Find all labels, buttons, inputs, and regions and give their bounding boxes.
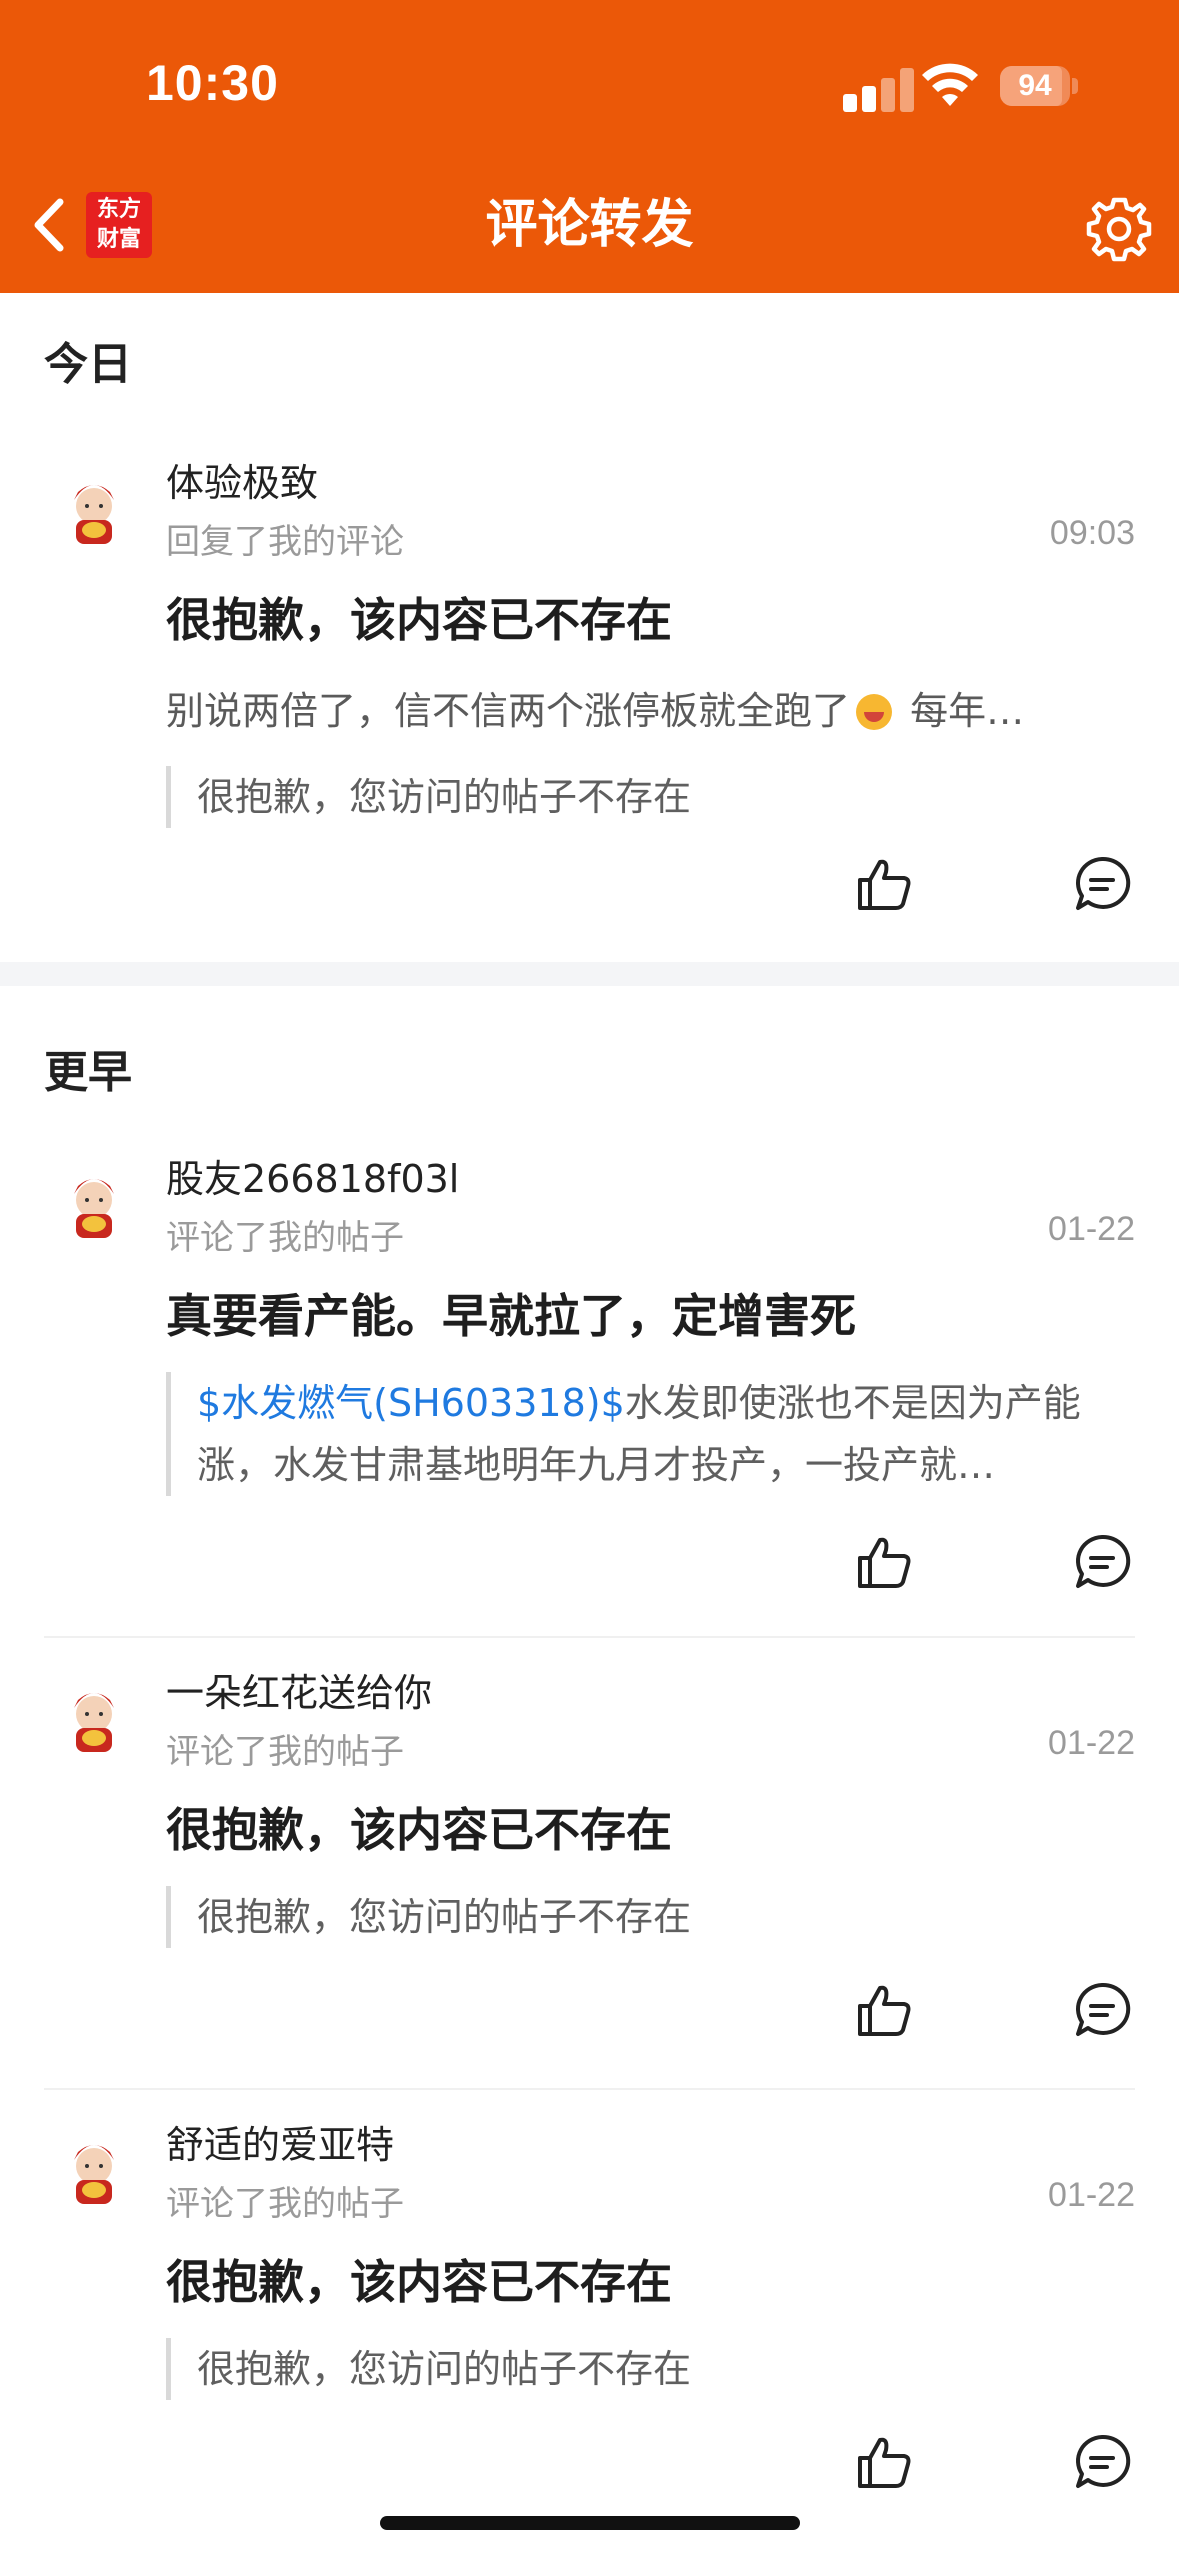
item-divider (44, 1636, 1135, 1638)
quoted-post[interactable]: 很抱歉，您访问的帖子不存在 (166, 1886, 1116, 1948)
timestamp: 01-22 (1048, 1210, 1135, 1248)
comment-headline[interactable]: 很抱歉，该内容已不存在 (166, 1794, 672, 1860)
comment-headline[interactable]: 很抱歉，该内容已不存在 (166, 2246, 672, 2312)
section-title-today: 今日 (44, 339, 132, 390)
comment-bubble-icon[interactable] (1072, 854, 1132, 914)
comment-bubble-icon[interactable] (1072, 1980, 1132, 2040)
settings-gear-icon[interactable] (1086, 196, 1152, 262)
action-text: 评论了我的帖子 (166, 1218, 404, 1258)
like-thumbs-up-icon[interactable] (854, 1532, 914, 1592)
page-title: 评论转发 (485, 195, 694, 255)
timestamp: 01-22 (1048, 1724, 1135, 1762)
username[interactable]: 一朵红花送给你 (166, 1662, 432, 1717)
action-text: 评论了我的帖子 (166, 1732, 404, 1772)
comment-headline[interactable]: 很抱歉，该内容已不存在 (166, 584, 672, 650)
item-divider (44, 2088, 1135, 2090)
avatar[interactable] (54, 1678, 134, 1758)
like-thumbs-up-icon[interactable] (854, 1980, 914, 2040)
stock-link[interactable]: $水发燃气(SH603318)$ (197, 1381, 625, 1425)
top-app-bar: 10:30 94 东方 财富 评论转发 (0, 0, 1179, 293)
timestamp: 01-22 (1048, 2176, 1135, 2214)
comment-bubble-icon[interactable] (1072, 1532, 1132, 1592)
like-thumbs-up-icon[interactable] (854, 2432, 914, 2492)
home-indicator[interactable] (380, 2516, 800, 2530)
reply-text[interactable]: 别说两倍了，信不信两个涨停板就全跑了 每年… (166, 680, 1116, 735)
username[interactable]: 舒适的爱亚特 (166, 2114, 394, 2169)
username[interactable]: 股友266818f03l (166, 1148, 459, 1203)
like-thumbs-up-icon[interactable] (854, 854, 914, 914)
timestamp: 09:03 (1049, 514, 1135, 552)
quoted-post[interactable]: $水发燃气(SH603318)$水发即使涨也不是因为产能涨，水发甘肃基地明年九月… (166, 1372, 1116, 1496)
section-title-earlier: 更早 (44, 1047, 132, 1098)
action-text: 回复了我的评论 (166, 522, 404, 562)
status-time: 10:30 (146, 55, 279, 111)
avatar[interactable] (54, 470, 134, 550)
battery-indicator: 94 (1000, 66, 1070, 106)
section-separator (0, 962, 1179, 986)
cellular-signal-icon (843, 68, 915, 112)
battery-percent: 94 (1018, 69, 1052, 102)
laughing-emoji-icon (856, 694, 893, 730)
avatar[interactable] (54, 1164, 134, 1244)
avatar[interactable] (54, 2130, 134, 2210)
action-text: 评论了我的帖子 (166, 2184, 404, 2224)
comment-headline[interactable]: 真要看产能。早就拉了，定增害死 (166, 1280, 856, 1346)
username[interactable]: 体验极致 (166, 452, 318, 507)
quoted-post[interactable]: 很抱歉，您访问的帖子不存在 (166, 766, 1116, 828)
quoted-post[interactable]: 很抱歉，您访问的帖子不存在 (166, 2338, 1116, 2400)
wifi-icon (922, 63, 978, 106)
comment-bubble-icon[interactable] (1072, 2432, 1132, 2492)
